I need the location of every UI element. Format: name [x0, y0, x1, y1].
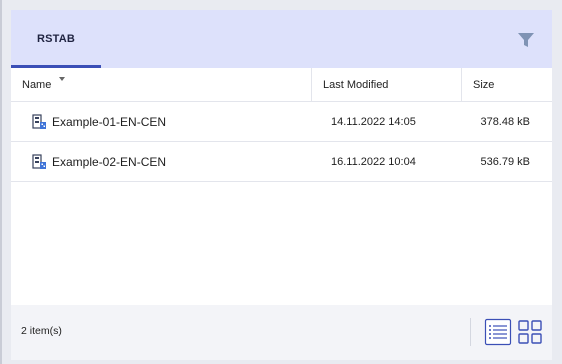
- column-header-last-modified-label: Last Modified: [323, 78, 389, 91]
- file-size: 378.48 kB: [480, 115, 530, 128]
- window-edge: [0, 0, 2, 364]
- status-footer: 2 item(s): [11, 305, 552, 360]
- column-header-last-modified[interactable]: Last Modified: [312, 68, 462, 101]
- item-count: 2 item(s): [21, 325, 62, 337]
- grid-view-icon: [518, 320, 542, 344]
- tab-bar: RSTAB: [11, 10, 552, 68]
- list-view-button[interactable]: [484, 318, 512, 346]
- file-size: 536.79 kB: [480, 155, 530, 168]
- grid-view-button[interactable]: [516, 318, 544, 346]
- column-header-row: Name Last Modified Size: [11, 68, 552, 102]
- tab-rstab-label: RSTAB: [36, 33, 76, 45]
- column-header-name[interactable]: Name: [11, 68, 312, 101]
- file-row[interactable]: Example-01-EN-CEN 14.11.2022 14:05 378.4…: [11, 102, 552, 142]
- file-list: Example-01-EN-CEN 14.11.2022 14:05 378.4…: [11, 102, 552, 182]
- filter-icon: [518, 33, 534, 47]
- footer-divider: [470, 318, 471, 346]
- rstab-model-icon: [32, 154, 46, 169]
- column-header-size-label: Size: [473, 78, 495, 91]
- file-browser-panel: RSTAB Name Last Modified Size Example-01…: [11, 10, 552, 360]
- sort-descending-icon: [59, 77, 65, 81]
- column-header-name-label: Name: [22, 78, 52, 91]
- file-modified: 16.11.2022 10:04: [331, 155, 416, 168]
- tab-rstab[interactable]: RSTAB: [11, 10, 101, 68]
- filter-button[interactable]: [515, 30, 537, 50]
- file-modified: 14.11.2022 14:05: [331, 115, 416, 128]
- file-name: Example-02-EN-CEN: [52, 154, 167, 169]
- file-name: Example-01-EN-CEN: [52, 114, 167, 129]
- list-view-icon: [484, 318, 512, 346]
- column-header-size[interactable]: Size: [462, 68, 552, 101]
- file-row[interactable]: Example-02-EN-CEN 16.11.2022 10:04 536.7…: [11, 142, 552, 182]
- rstab-model-icon: [32, 114, 46, 129]
